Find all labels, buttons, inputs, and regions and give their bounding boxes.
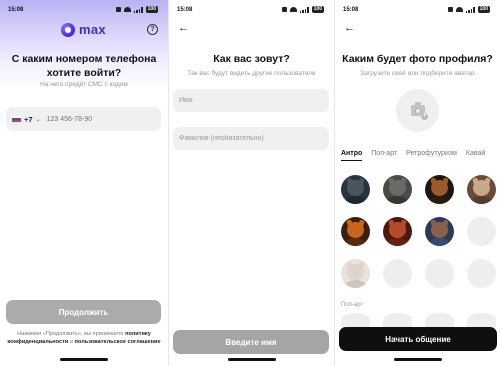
logo-text: max <box>79 22 106 37</box>
terms-prefix: Нажимая «Продолжить», вы принимаете <box>17 331 124 337</box>
battery-icon: 100 <box>145 6 158 13</box>
avatar-ears <box>347 220 364 226</box>
last-name-field[interactable] <box>173 127 329 150</box>
continue-button[interactable]: Продолжить <box>6 300 161 324</box>
status-time: 15:08 <box>177 7 193 13</box>
status-bar: 15:08 100 <box>0 6 168 16</box>
enter-name-button[interactable]: Введите имя <box>173 330 329 354</box>
page-subtitle: Загрузите своё или подберите аватар <box>360 70 475 77</box>
avatar-placeholder[interactable] <box>467 217 496 246</box>
status-time: 15:08 <box>8 7 24 13</box>
help-icon[interactable]: ? <box>147 24 158 35</box>
last-name-input[interactable] <box>179 135 319 142</box>
russia-flag-icon <box>12 115 21 123</box>
status-icons: 100 <box>281 6 324 13</box>
avatar-placeholder[interactable] <box>467 313 496 327</box>
avatar-option[interactable] <box>425 175 454 204</box>
upload-photo-button[interactable]: + <box>396 89 439 132</box>
phone-login-screen: 15:08 100 max ? С каким номером телефона… <box>0 0 168 366</box>
profile-photo-screen: 15:08 100 ← Каким будет фото профиля? За… <box>334 0 500 366</box>
back-arrow-icon[interactable]: ← <box>178 22 189 34</box>
avatar-option[interactable] <box>383 217 412 246</box>
bluetooth-icon <box>281 7 287 12</box>
avatar-option[interactable] <box>341 217 370 246</box>
avatar-option[interactable] <box>341 259 370 288</box>
bluetooth-icon <box>447 7 453 12</box>
tab-kawaii[interactable]: Кавай <box>466 150 485 161</box>
bluetooth-icon <box>115 7 121 12</box>
home-indicator <box>394 358 442 361</box>
tab-pop-art[interactable]: Поп-арт <box>371 150 397 161</box>
avatar-placeholder[interactable] <box>341 313 370 327</box>
status-bar: 15:08 100 <box>169 6 334 16</box>
avatar-placeholder[interactable] <box>467 259 496 288</box>
avatar-placeholder[interactable] <box>383 313 412 327</box>
tab-retrofuturism[interactable]: Ретрофутуризм <box>406 150 457 161</box>
status-icons: 100 <box>447 6 490 13</box>
back-arrow-icon[interactable]: ← <box>344 22 355 34</box>
page-title: Как вас зовут? <box>213 53 290 65</box>
plus-icon: + <box>421 113 428 120</box>
pop-art-row <box>341 313 496 327</box>
avatar-option[interactable] <box>425 217 454 246</box>
avatar-ears <box>347 178 364 184</box>
signal-icon <box>465 6 475 13</box>
max-logo-icon <box>61 22 75 37</box>
avatar-placeholder[interactable] <box>383 259 412 288</box>
avatar-ears <box>389 178 406 184</box>
avatar-style-tabs: Антро Поп-арт Ретрофутуризм Кавай <box>341 150 500 161</box>
status-bar: 15:08 100 <box>335 6 500 16</box>
status-icons: 100 <box>115 6 158 13</box>
wifi-icon <box>123 7 131 12</box>
signal-icon <box>133 6 143 13</box>
page-title: Каким будет фото профиля? <box>342 53 493 65</box>
phone-input-field[interactable]: +7 ⌄ <box>6 107 161 131</box>
tab-antro[interactable]: Антро <box>341 150 363 161</box>
country-code[interactable]: +7 <box>24 115 33 124</box>
battery-icon: 100 <box>477 6 490 13</box>
signal-icon <box>299 6 309 13</box>
status-time: 15:08 <box>343 7 359 13</box>
first-name-field[interactable] <box>173 89 329 112</box>
user-agreement-link[interactable]: пользовательское соглашение <box>75 339 161 345</box>
page-subtitle: На него придёт СМС с кодом <box>40 81 128 88</box>
terms-and: и <box>69 338 73 345</box>
page-title: С каким номером телефона хотите войти? <box>11 53 157 79</box>
home-indicator <box>228 358 276 361</box>
first-name-input[interactable] <box>179 97 319 104</box>
avatar-option[interactable] <box>383 175 412 204</box>
avatar-ears <box>431 220 448 226</box>
page-subtitle: Так вас будут видеть другие пользователи <box>187 70 316 77</box>
home-indicator <box>60 358 108 361</box>
chevron-down-icon[interactable]: ⌄ <box>36 116 41 123</box>
terms-text: Нажимая «Продолжить», вы принимаете поли… <box>6 331 162 346</box>
avatar-ears <box>389 220 406 226</box>
name-screen: 15:08 100 ← Как вас зовут? Так вас будут… <box>168 0 334 366</box>
avatar-placeholder[interactable] <box>425 313 454 327</box>
section-label-pop-art: Поп-арт <box>341 302 364 308</box>
avatar-grid <box>341 175 496 288</box>
phone-input[interactable] <box>46 115 137 123</box>
start-chatting-button[interactable]: Начать общение <box>339 327 497 351</box>
avatar-placeholder[interactable] <box>425 259 454 288</box>
battery-icon: 100 <box>311 6 324 13</box>
avatar-option[interactable] <box>341 175 370 204</box>
wifi-icon <box>289 7 297 12</box>
wifi-icon <box>455 7 463 12</box>
avatar-ears <box>473 178 490 184</box>
app-logo: max <box>61 22 106 37</box>
avatar-ears <box>431 178 448 184</box>
avatar-option[interactable] <box>467 175 496 204</box>
avatar-ears <box>347 262 364 268</box>
